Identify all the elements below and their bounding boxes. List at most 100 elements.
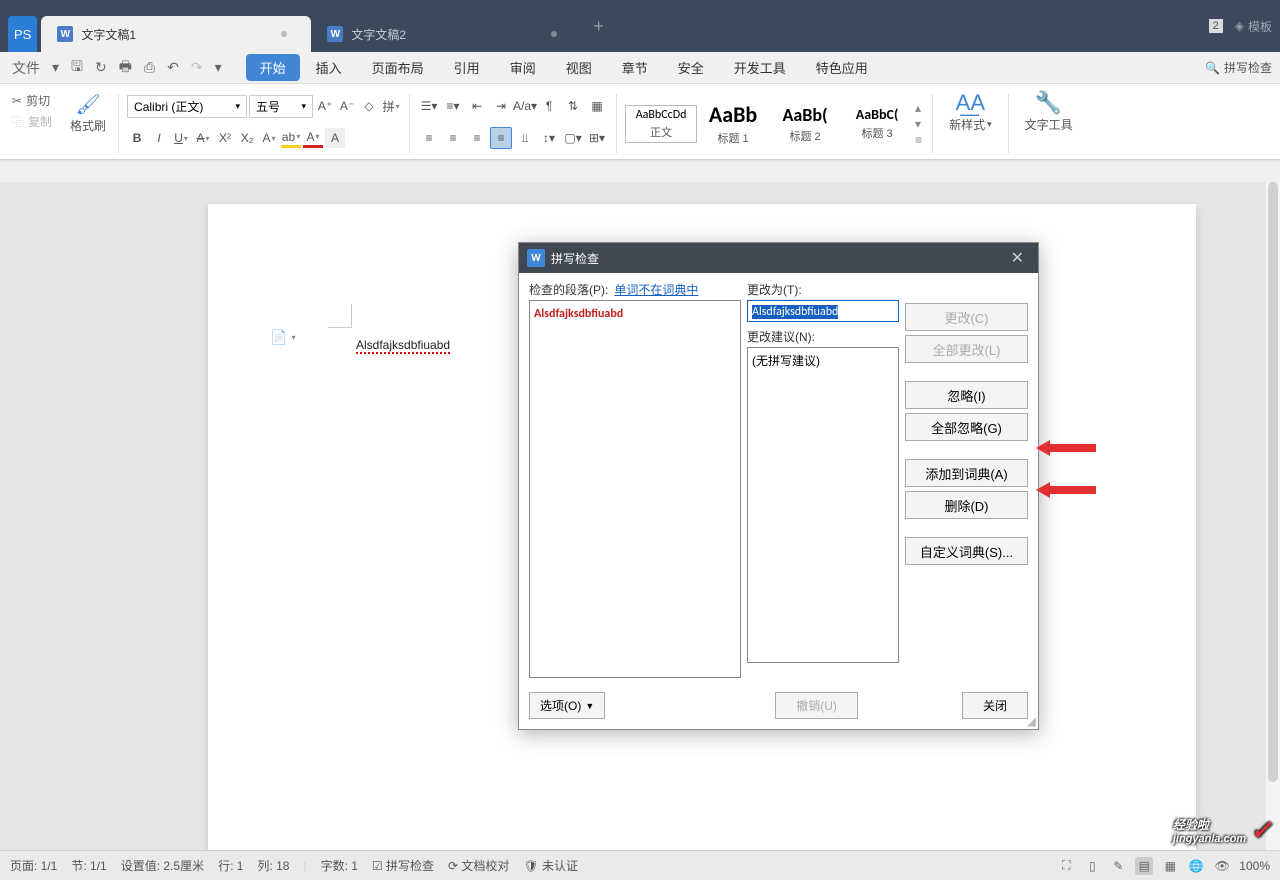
edit-icon[interactable]: ✎ [1109,857,1127,875]
align-right-icon[interactable]: ≡ [466,127,488,149]
text-tool-button[interactable]: 🔧 文字工具 [1017,90,1081,133]
superscript-icon[interactable]: X² [215,128,235,148]
decrease-indent-icon[interactable]: ⇤ [466,95,488,117]
tab-doc2[interactable]: W 文字文稿2 [311,16,581,52]
eye-icon[interactable]: 👁 [1213,857,1231,875]
zoom-value[interactable]: 100% [1239,859,1270,873]
page-view-icon[interactable]: ▤ [1135,857,1153,875]
col-status[interactable]: 列: 18 [257,857,289,874]
grow-font-icon[interactable]: A⁺ [315,96,335,116]
char-shading-icon[interactable]: A [325,128,345,148]
suggestions-listbox[interactable]: (无拼写建议) [747,347,899,663]
number-list-icon[interactable]: ≡▾ [442,95,464,117]
style-scroll[interactable]: ▴▾≡ [913,101,924,147]
section-status[interactable]: 节: 1/1 [71,857,106,874]
file-dropdown-icon[interactable]: ▾ [48,59,63,76]
clear-format-icon[interactable]: ◇ [359,96,379,116]
tab-doc1[interactable]: W 文字文稿1 [41,16,311,52]
change-button[interactable]: 更改(C) [905,303,1028,331]
undo-icon[interactable]: ↶ [163,59,183,76]
page-status[interactable]: 页面: 1/1 [10,857,57,874]
word-count[interactable]: 字数: 1 [321,857,358,874]
line-spacing-icon[interactable]: ↕▾ [538,127,560,149]
delete-button[interactable]: 删除(D) [905,491,1028,519]
style-h1[interactable]: AaBb 标题 1 [697,98,769,149]
menu-security[interactable]: 安全 [664,54,718,81]
border-icon[interactable]: ⊞▾ [586,127,608,149]
convert-icon[interactable]: A/a▾ [514,95,536,117]
save-icon[interactable]: 🖫 [67,56,87,80]
ignore-button[interactable]: 忽略(I) [905,381,1028,409]
row-status[interactable]: 行: 1 [218,857,243,874]
vertical-scrollbar[interactable] [1266,182,1280,850]
shrink-font-icon[interactable]: A⁻ [337,96,357,116]
change-all-button[interactable]: 全部更改(L) [905,335,1028,363]
qat-dropdown-icon[interactable]: ▾ [211,59,226,76]
print-icon[interactable]: 🖶 [115,56,136,80]
redo-icon[interactable]: ↷ [187,59,207,76]
dialog-titlebar[interactable]: W 拼写检查 ✕ [519,243,1038,273]
document-text[interactable]: Alsdfajksdbfiuabd [356,336,450,353]
add-to-dict-button[interactable]: 添加到词典(A) [905,459,1028,487]
align-center-icon[interactable]: ≡ [442,127,464,149]
change-to-input[interactable]: Alsdfajksdbfiuabd [747,300,899,322]
highlight-icon[interactable]: ab [281,128,301,148]
cert-status[interactable]: 🛡 未认证 [523,857,578,874]
style-normal[interactable]: AaBbCcDd 正文 [625,105,697,143]
style-h3[interactable]: AaBbC( 标题 3 [841,103,913,144]
options-button[interactable]: 选项(O)▼ [529,692,605,719]
format-brush-button[interactable]: 🖌 格式刷 [66,90,110,136]
fullscreen-icon[interactable]: ⛶ [1057,857,1075,875]
align-justify-icon[interactable]: ≡ [490,127,512,149]
distribute-icon[interactable]: ⫫ [514,127,536,149]
menu-special[interactable]: 特色应用 [802,54,882,81]
close-icon[interactable]: ✕ [1005,248,1030,268]
menu-devtools[interactable]: 开发工具 [720,54,800,81]
setting-status[interactable]: 设置值: 2.5厘米 [121,857,204,874]
search-icon[interactable]: 🔍 [1205,61,1220,75]
menu-insert[interactable]: 插入 [302,54,356,81]
increase-indent-icon[interactable]: ⇥ [490,95,512,117]
direction-icon[interactable]: ¶ [538,95,560,117]
menu-layout[interactable]: 页面布局 [358,54,438,81]
outline-view-icon[interactable]: ▦ [1161,857,1179,875]
underline-icon[interactable]: U [171,128,191,148]
read-view-icon[interactable]: ▯ [1083,857,1101,875]
align-left-icon[interactable]: ≡ [418,127,440,149]
shading-icon[interactable]: ▢▾ [562,127,584,149]
font-select[interactable]: Calibri (正文)▾ [127,95,247,118]
proof-status[interactable]: ⟳ 文档校对 [448,857,509,874]
notification-badge[interactable]: 2 [1209,19,1223,33]
not-in-dict-link[interactable]: 单词不在词典中 [614,283,698,297]
print-preview-icon[interactable]: ⎙ [140,59,159,76]
font-color-icon[interactable]: A [303,128,323,148]
web-view-icon[interactable]: 🌐 [1187,857,1205,875]
menu-start[interactable]: 开始 [246,54,300,81]
col-icon[interactable]: ▦ [586,95,608,117]
saveas-icon[interactable]: ↻ [91,59,111,76]
menu-reference[interactable]: 引用 [440,54,494,81]
custom-dict-button[interactable]: 自定义词典(S)... [905,537,1028,565]
paste-options-icon[interactable]: 📄 [270,329,295,346]
file-menu[interactable]: 文件 [8,58,44,78]
subscript-icon[interactable]: X₂ [237,128,257,148]
text-effect-icon[interactable]: A [259,128,279,148]
undo-button[interactable]: 撤销(U) [775,692,858,719]
italic-icon[interactable]: I [149,128,169,148]
bullet-list-icon[interactable]: ☰▾ [418,95,440,117]
menu-review[interactable]: 审阅 [496,54,550,81]
spellcheck-status[interactable]: ☑ 拼写检查 [372,857,434,874]
line-collapse-icon[interactable]: ⇅ [562,95,584,117]
close-button[interactable]: 关闭 [962,692,1028,719]
size-select[interactable]: 五号▾ [249,95,313,118]
style-h2[interactable]: AaBb( 标题 2 [769,101,841,147]
cut-button[interactable]: ✂剪切 [10,90,54,111]
bold-icon[interactable]: B [127,128,147,148]
paragraph-listbox[interactable]: Alsdfajksdbfiuabd [529,300,741,678]
menu-section[interactable]: 章节 [608,54,662,81]
copy-button[interactable]: ⿻复制 [10,111,54,132]
strike-icon[interactable]: A [193,128,213,148]
menu-view[interactable]: 视图 [552,54,606,81]
ignore-all-button[interactable]: 全部忽略(G) [905,413,1028,441]
phonetic-icon[interactable]: 拼 [381,96,401,116]
